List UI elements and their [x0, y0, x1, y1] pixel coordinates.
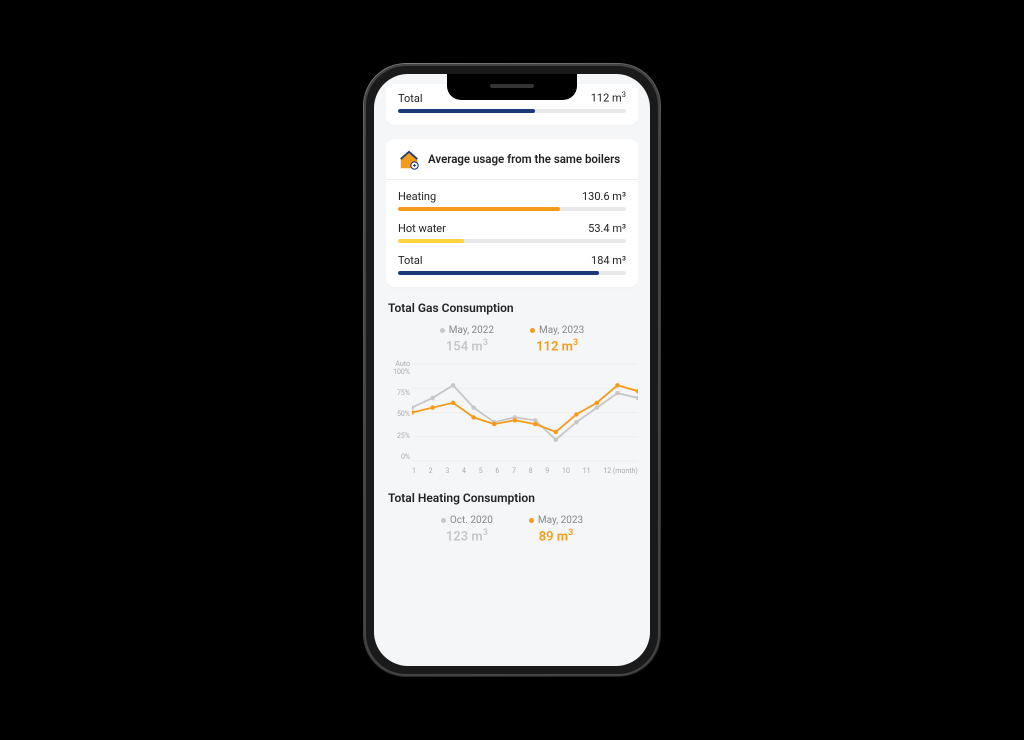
chart-point	[595, 405, 600, 409]
chart-point	[636, 389, 638, 393]
y-tick: 0%	[386, 453, 410, 461]
dot-icon	[441, 518, 446, 523]
x-tick: 10	[562, 467, 570, 475]
x-tick: 7	[512, 467, 516, 475]
x-tick: 12 (month)	[603, 467, 638, 475]
total-label: Total	[398, 92, 423, 105]
phone-screen[interactable]: Total 112 m3	[374, 74, 650, 666]
avg-bar-track	[398, 271, 626, 275]
x-tick: 2	[429, 467, 433, 475]
heating-section-title: Total Heating Consumption	[388, 491, 638, 505]
y-tick: Auto 100%	[386, 360, 410, 376]
heating-legend-curr-period: May, 2023	[538, 515, 583, 526]
total-bar-fill	[398, 109, 535, 113]
dot-icon	[440, 328, 445, 333]
total-value: 112 m3	[591, 90, 626, 105]
phone-frame: Total 112 m3	[364, 64, 660, 676]
avg-row-label: Total	[398, 254, 423, 267]
avg-row-value: 130.6 m³	[582, 190, 626, 203]
gas-line-chart	[412, 360, 638, 465]
house-icon	[398, 149, 420, 171]
chart-point	[615, 383, 620, 387]
chart-point	[430, 405, 435, 409]
gas-legend-prev-value: 154 m3	[440, 338, 494, 354]
avg-row-label: Hot water	[398, 222, 446, 235]
avg-row-label: Heating	[398, 190, 436, 203]
section-gas-consumption: Total Gas Consumption May, 2022 154 m3 M…	[386, 301, 638, 475]
chart-point	[492, 422, 497, 426]
y-tick: 75%	[386, 389, 410, 397]
y-tick: 25%	[386, 432, 410, 440]
section-heating-consumption: Total Heating Consumption Oct. 2020 123 …	[386, 491, 638, 544]
total-bar-track	[398, 109, 626, 113]
chart-point	[533, 422, 538, 426]
gas-y-axis: Auto 100% 75% 50% 25% 0%	[386, 360, 410, 461]
heating-legend-prev-period: Oct. 2020	[450, 515, 493, 526]
heating-legend-prev: Oct. 2020 123 m3	[441, 515, 493, 544]
chart-point	[636, 396, 638, 400]
gas-legend-curr-period: May, 2023	[539, 325, 584, 336]
x-tick: 8	[529, 467, 533, 475]
gas-legend-curr: May, 2023 112 m3	[530, 325, 584, 354]
chart-point	[451, 383, 456, 387]
x-tick: 5	[479, 467, 483, 475]
chart-point	[554, 430, 559, 434]
avg-card-header: Average usage from the same boilers	[398, 149, 626, 171]
avg-card-title: Average usage from the same boilers	[428, 152, 620, 166]
scroll-content[interactable]: Total 112 m3	[374, 74, 650, 544]
heating-legend-curr: May, 2023 89 m3	[529, 515, 583, 544]
avg-row-value: 53.4 m³	[588, 222, 626, 235]
gas-legend-prev: May, 2022 154 m3	[440, 325, 494, 354]
x-tick: 9	[545, 467, 549, 475]
chart-point	[595, 401, 600, 405]
gas-legend: May, 2022 154 m3 May, 2023 112 m3	[386, 325, 638, 354]
chart-point	[554, 437, 559, 441]
chart-point	[451, 401, 456, 405]
dot-icon	[530, 328, 535, 333]
x-tick: 3	[445, 467, 449, 475]
dot-icon	[529, 518, 534, 523]
avg-row: Total 184 m³	[398, 254, 626, 267]
chart-point	[430, 396, 435, 400]
gas-legend-curr-value: 112 m3	[530, 338, 584, 354]
avg-row: Heating 130.6 m³	[398, 190, 626, 203]
avg-row-value: 184 m³	[591, 254, 626, 267]
y-tick: 50%	[386, 410, 410, 418]
gas-x-axis: 1 2 3 4 5 6 7 8 9 10 11 12 (month)	[412, 465, 638, 475]
x-tick: 11	[583, 467, 591, 475]
chart-series-line	[412, 385, 638, 432]
chart-point	[512, 418, 517, 422]
x-tick: 1	[412, 467, 416, 475]
heating-legend-prev-value: 123 m3	[441, 528, 493, 544]
heating-legend: Oct. 2020 123 m3 May, 2023 89 m3	[386, 515, 638, 544]
avg-bar-track	[398, 207, 626, 211]
chart-point	[615, 391, 620, 395]
chart-point	[533, 418, 538, 422]
chart-point	[471, 415, 476, 419]
avg-bar-track	[398, 239, 626, 243]
card-average-usage: Average usage from the same boilers Heat…	[386, 139, 638, 287]
avg-bar-fill	[398, 239, 464, 243]
avg-bar-fill	[398, 271, 599, 275]
phone-notch	[447, 74, 577, 100]
heating-legend-curr-value: 89 m3	[529, 528, 583, 544]
gas-section-title: Total Gas Consumption	[388, 301, 638, 315]
x-tick: 4	[462, 467, 466, 475]
x-tick: 6	[495, 467, 499, 475]
avg-bar-fill	[398, 207, 560, 211]
divider	[386, 179, 638, 180]
chart-point	[574, 412, 579, 416]
chart-point	[412, 410, 414, 414]
avg-row: Hot water 53.4 m³	[398, 222, 626, 235]
gas-legend-prev-period: May, 2022	[449, 325, 494, 336]
chart-point	[574, 420, 579, 424]
gas-chart: Auto 100% 75% 50% 25% 0% 1 2 3 4 5 6 7 8 9 10 11 12 (mo…	[386, 360, 638, 475]
chart-point	[471, 405, 476, 409]
